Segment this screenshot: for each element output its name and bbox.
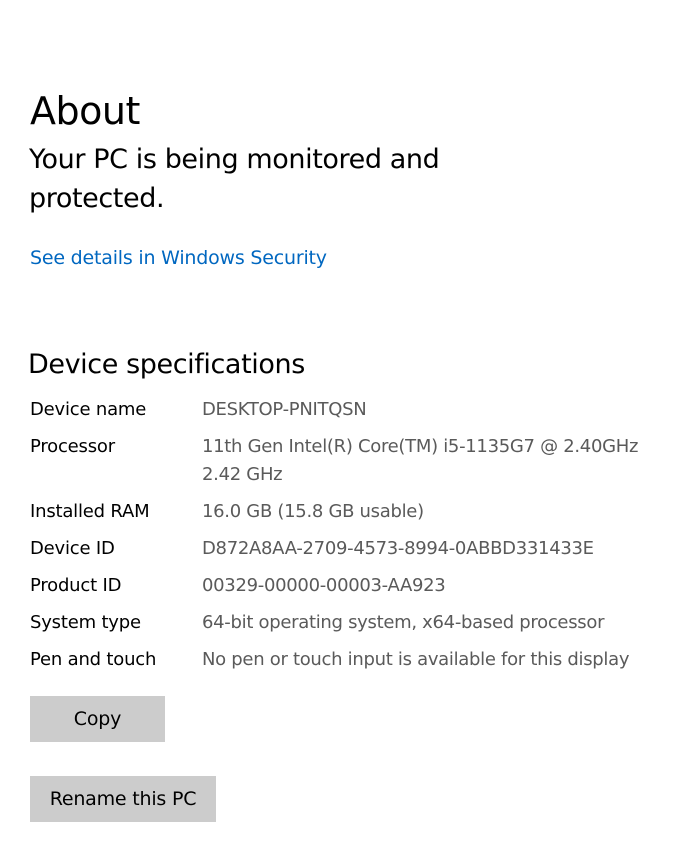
spec-value: D872A8AA-2709-4573-8994-0ABBD331433E [202,535,670,563]
spec-value: No pen or touch input is available for t… [202,646,670,674]
spec-row-device-name: Device name DESKTOP-PNITQSN [30,396,670,424]
copy-button[interactable]: Copy [30,696,165,742]
spec-value: 00329-00000-00003-AA923 [202,572,670,600]
windows-security-link[interactable]: See details in Windows Security [30,247,327,269]
spec-label: Device name [30,399,147,420]
spec-value: DESKTOP-PNITQSN [202,396,670,424]
protection-status-text: Your PC is being monitored and protected… [29,144,440,214]
spec-value: 11th Gen Intel(R) Core(TM) i5-1135G7 @ 2… [202,433,670,489]
spec-label: System type [30,612,141,633]
spec-value: 16.0 GB (15.8 GB usable) [202,498,670,526]
spec-label: Processor [30,436,115,457]
spec-value: 64-bit operating system, x64-based proce… [202,609,670,637]
spec-value-line: D872A8AA-2709-4573-8994-0ABBD331433E [202,538,594,559]
spec-value-line: 16.0 GB (15.8 GB usable) [202,501,424,522]
spec-row-system-type: System type 64-bit operating system, x64… [30,609,670,637]
spec-label: Product ID [30,575,122,596]
spec-row-product-id: Product ID 00329-00000-00003-AA923 [30,572,670,600]
spec-value-line: 64-bit operating system, x64-based proce… [202,612,605,633]
spec-row-device-id: Device ID D872A8AA-2709-4573-8994-0ABBD3… [30,535,670,563]
spec-row-pen-and-touch: Pen and touch No pen or touch input is a… [30,646,670,674]
spec-value-line: 11th Gen Intel(R) Core(TM) i5-1135G7 @ 2… [202,436,639,457]
spec-row-processor: Processor 11th Gen Intel(R) Core(TM) i5-… [30,433,670,489]
spec-value-line: 2.42 GHz [202,464,283,485]
spec-label: Device ID [30,538,115,559]
spec-label: Installed RAM [30,501,150,522]
spec-value-line: DESKTOP-PNITQSN [202,399,367,420]
spec-value-line: No pen or touch input is available for t… [202,649,630,670]
page-title: About [30,89,140,134]
spec-row-installed-ram: Installed RAM 16.0 GB (15.8 GB usable) [30,498,670,526]
spec-label: Pen and touch [30,649,157,670]
device-specifications-heading: Device specifications [28,349,305,381]
spec-value-line: 00329-00000-00003-AA923 [202,575,446,596]
rename-pc-button[interactable]: Rename this PC [30,776,216,822]
device-specifications-list: Device name DESKTOP-PNITQSN Processor 11… [30,396,670,683]
